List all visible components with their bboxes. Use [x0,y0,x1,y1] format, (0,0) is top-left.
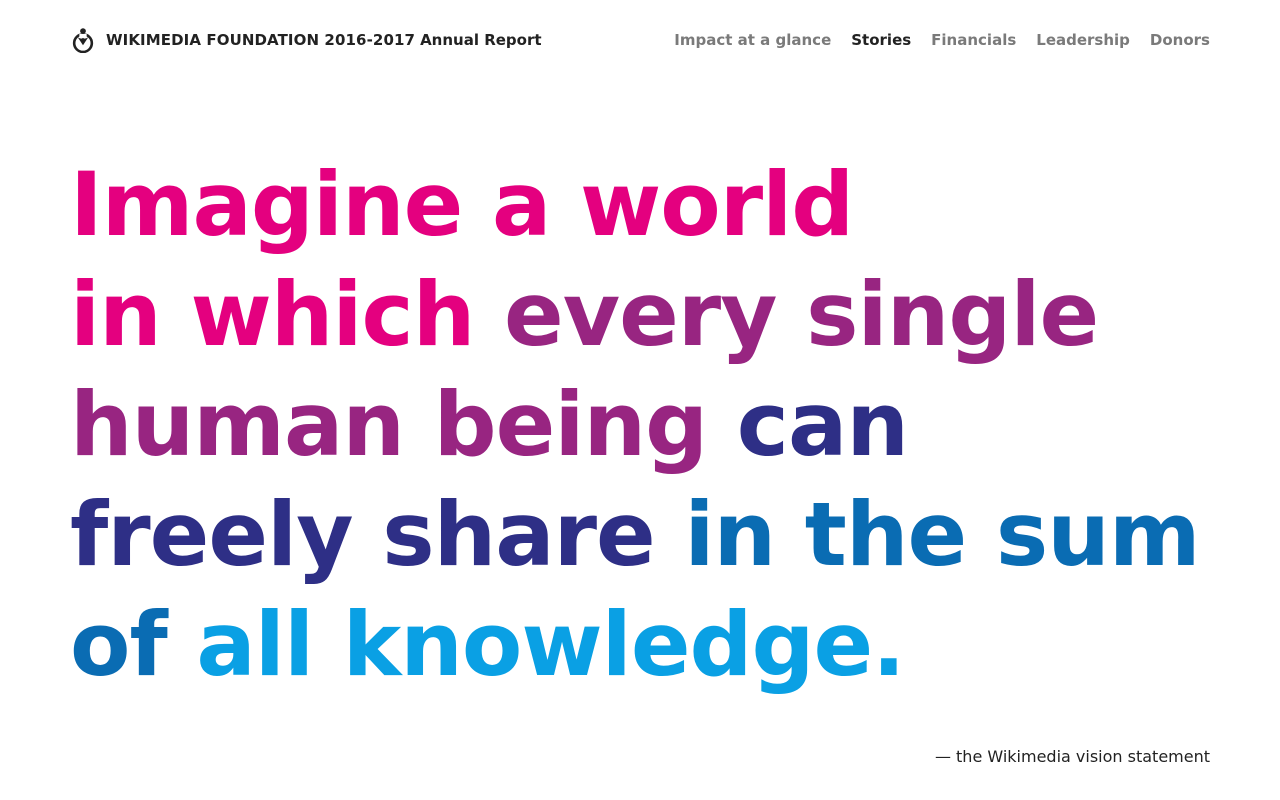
vision-statement: Imagine a world in which every single hu… [70,150,1230,700]
vision-line-5: of all knowledge. [70,590,1230,700]
nav-item-financials[interactable]: Financials [931,31,1016,49]
main-nav: Impact at a glance Stories Financials Le… [654,31,1210,49]
vision-segment: can [736,373,909,476]
nav-item-stories[interactable]: Stories [851,31,911,49]
vision-segment: in the sum [684,483,1200,586]
vision-line-1: Imagine a world [70,150,1230,260]
brand-name: WIKIMEDIA FOUNDATION 2016-2017 [106,31,416,49]
vision-line-3: human being can [70,370,1230,480]
vision-segment: of [70,593,168,696]
nav-item-donors[interactable]: Donors [1150,31,1210,49]
vision-segment: all knowledge. [196,593,905,696]
vision-segment: in which [70,263,475,366]
vision-attribution: — the Wikimedia vision statement [934,747,1210,766]
brand-subtitle: Annual Report [420,31,542,49]
nav-item-leadership[interactable]: Leadership [1036,31,1130,49]
brand-link[interactable]: WIKIMEDIA FOUNDATION 2016-2017 Annual Re… [70,27,542,53]
vision-segment: human being [70,373,708,476]
vision-segment: every single [504,263,1099,366]
wikimedia-logo-icon [72,28,94,53]
vision-line-4: freely share in the sum [70,480,1230,590]
vision-segment: Imagine a world [70,153,854,256]
vision-segment: freely share [70,483,656,586]
site-header: WIKIMEDIA FOUNDATION 2016-2017 Annual Re… [70,26,1210,54]
vision-line-2: in which every single [70,260,1230,370]
nav-item-impact[interactable]: Impact at a glance [674,31,831,49]
